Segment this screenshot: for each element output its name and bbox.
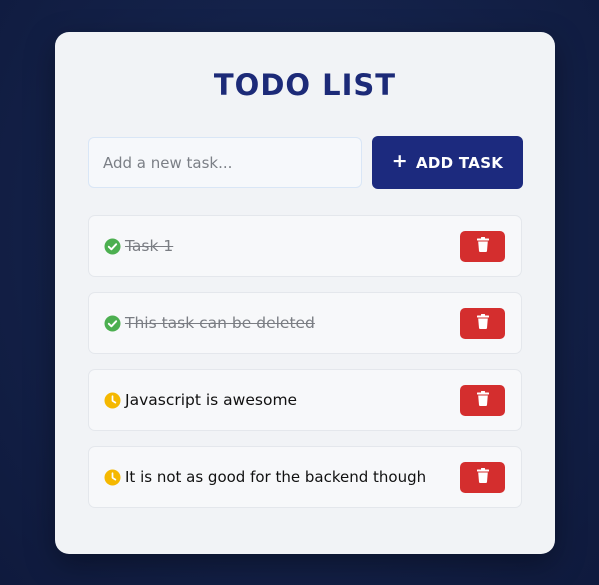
clock-icon[interactable] — [104, 469, 121, 486]
delete-task-button[interactable] — [460, 461, 505, 493]
task-item: Javascript is awesome — [88, 369, 522, 431]
page-title: TODO LIST — [213, 68, 397, 102]
task-item: Task 1 — [88, 215, 522, 277]
delete-task-button[interactable] — [460, 230, 505, 262]
check-circle-icon[interactable] — [104, 315, 121, 332]
trash-icon — [476, 468, 489, 486]
task-text: This task can be deleted — [125, 314, 315, 332]
task-item: This task can be deleted — [88, 292, 522, 354]
plus-icon: + — [391, 150, 408, 172]
add-task-label: ADD TASK — [415, 153, 504, 172]
task-text: It is not as good for the backend though — [125, 468, 427, 486]
task-text: Javascript is awesome — [125, 391, 298, 409]
task-item: It is not as good for the backend though — [88, 446, 522, 508]
delete-task-button[interactable] — [460, 307, 505, 339]
check-circle-icon[interactable] — [104, 238, 121, 255]
add-task-button[interactable]: + ADD TASK — [372, 136, 523, 189]
trash-icon — [476, 391, 489, 409]
task-list: Task 1 This task can be deleted Javascri… — [88, 215, 522, 523]
clock-icon[interactable] — [104, 392, 121, 409]
trash-icon — [476, 237, 489, 255]
new-task-input[interactable] — [88, 137, 362, 188]
task-text: Task 1 — [125, 237, 174, 255]
delete-task-button[interactable] — [460, 384, 505, 416]
trash-icon — [476, 314, 489, 332]
